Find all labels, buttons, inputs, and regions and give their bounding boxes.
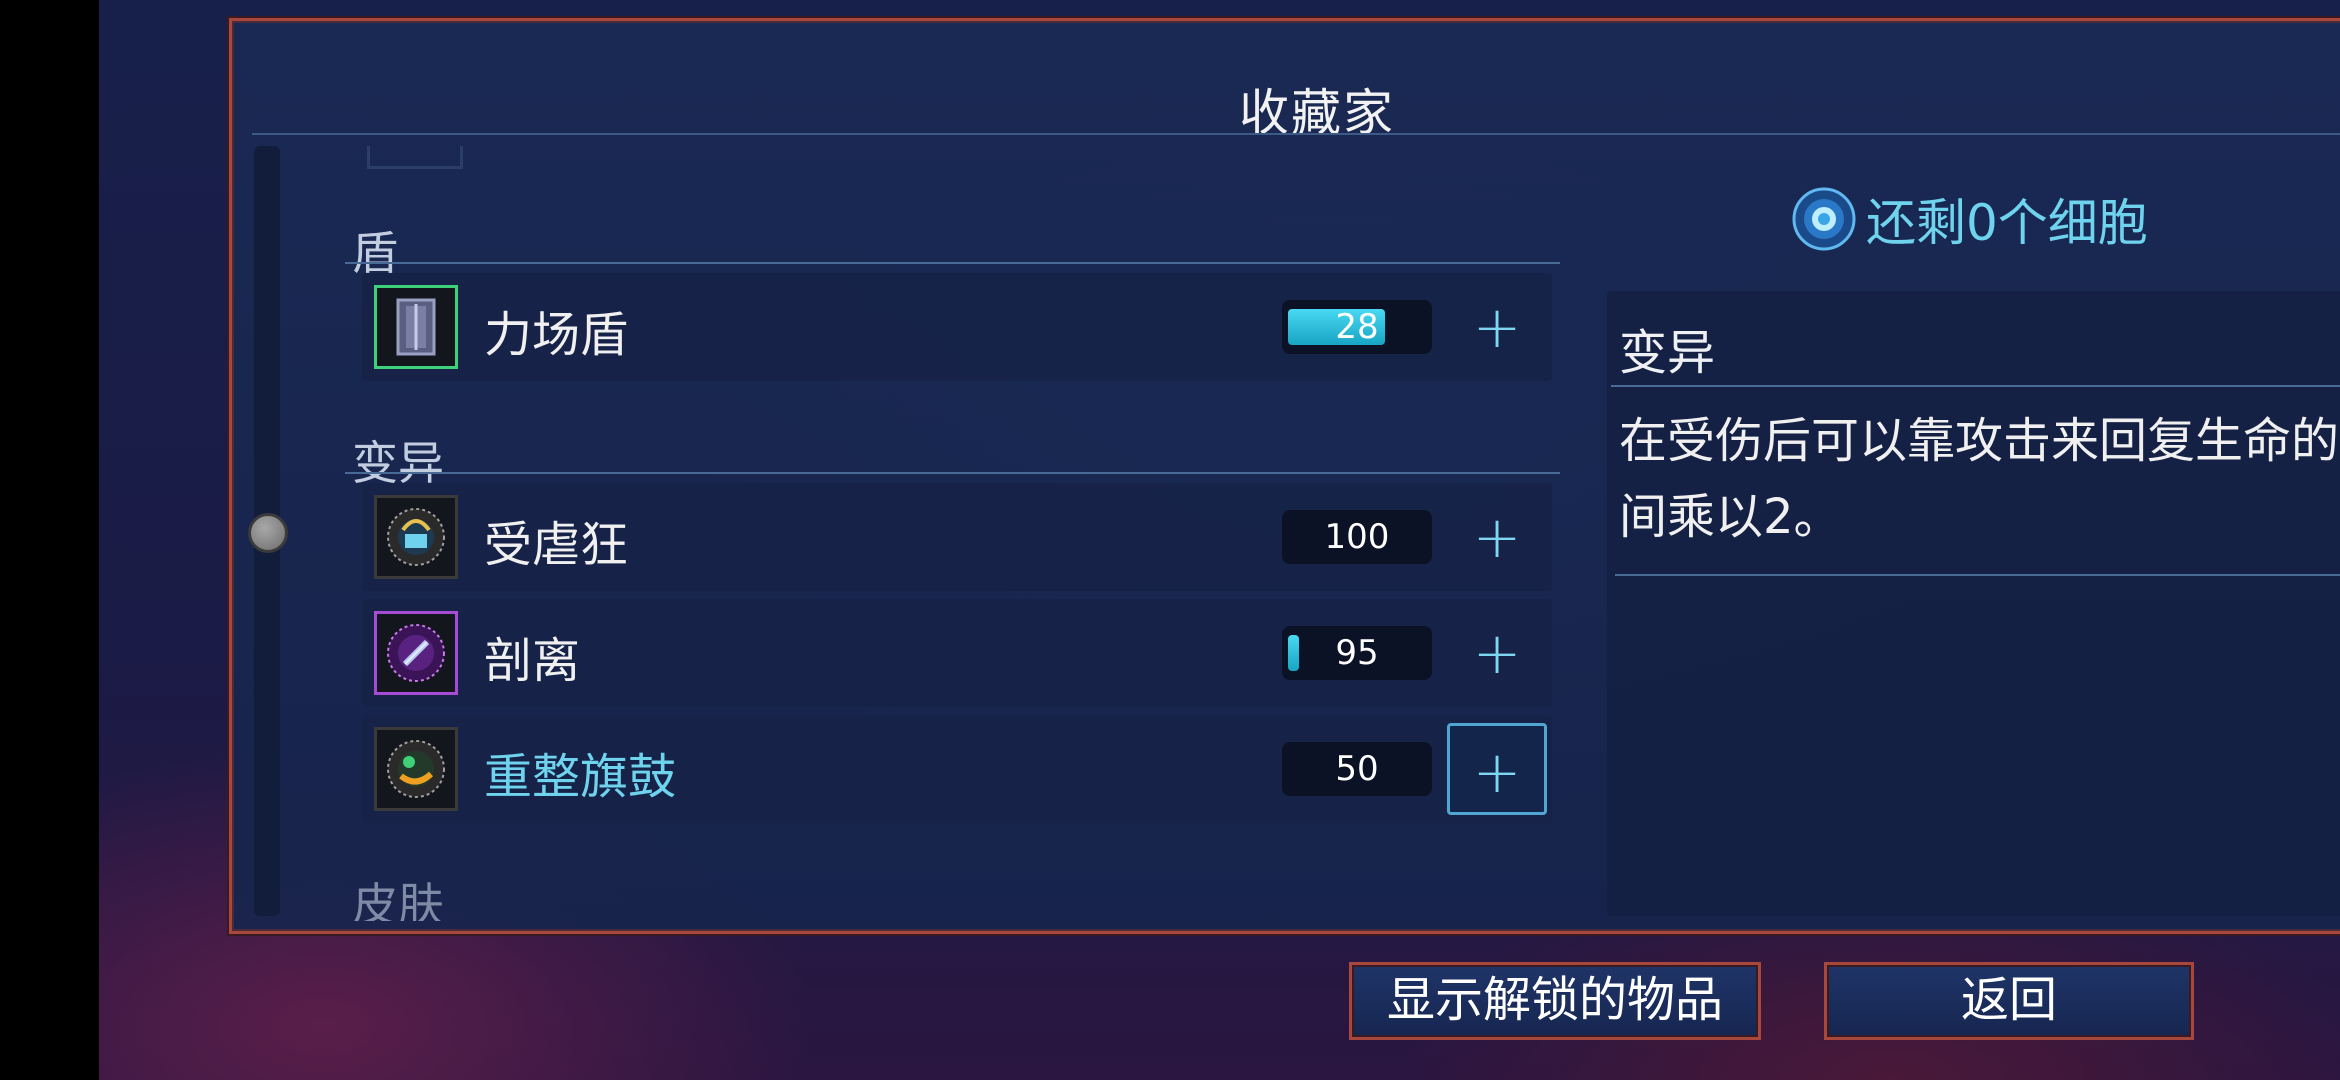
list-item[interactable]: 重整旗鼓 50 + <box>362 715 1552 823</box>
recovery-icon <box>374 727 458 811</box>
show-unlocked-button[interactable]: 显示解锁的物品 <box>1349 962 1761 1040</box>
cost-value: 100 <box>1324 517 1390 557</box>
cost-counter: 95 <box>1282 626 1432 680</box>
collector-panel: 收藏家 盾 力场盾 28 + 变异 受虐狂 100 + 剖离 95 + 重整旗鼓… <box>229 18 2340 934</box>
detail-heading: 变异 <box>1619 325 1716 381</box>
invest-plus-button[interactable]: + <box>1447 491 1547 583</box>
item-name: 受虐狂 <box>484 517 629 573</box>
item-detail-pane: 变异 在受伤后可以靠攻击来回复生命的时间乘以2。 <box>1607 291 2340 916</box>
cost-value: 28 <box>1335 307 1379 347</box>
masochist-icon <box>374 495 458 579</box>
list-item[interactable]: 剖离 95 + <box>362 599 1552 707</box>
detail-divider <box>1615 574 2340 576</box>
cost-counter: 100 <box>1282 510 1432 564</box>
item-name: 重整旗鼓 <box>484 749 677 805</box>
cells-remaining: 还剩0个细胞 <box>1792 179 2148 259</box>
cell-icon <box>1792 187 1856 251</box>
invest-plus-button[interactable]: + <box>1447 281 1547 373</box>
invest-plus-button-selected[interactable]: + <box>1447 723 1547 815</box>
category-divider <box>345 262 1560 264</box>
extraction-icon <box>374 611 458 695</box>
force-field-shield-icon <box>374 285 458 369</box>
list-item[interactable]: 力场盾 28 + <box>362 273 1552 381</box>
category-label-skin: 皮肤 <box>352 878 444 921</box>
item-name: 剖离 <box>484 633 581 689</box>
title-divider <box>252 133 2340 135</box>
cost-value: 50 <box>1335 749 1379 789</box>
game-background: 收藏家 盾 力场盾 28 + 变异 受虐狂 100 + 剖离 95 + 重整旗鼓… <box>99 0 2340 1080</box>
item-name: 力场盾 <box>484 307 629 363</box>
cells-remaining-text: 还剩0个细胞 <box>1866 194 2148 252</box>
detail-description: 在受伤后可以靠攻击来回复生命的时间乘以2。 <box>1619 413 2340 545</box>
back-button[interactable]: 返回 <box>1824 962 2194 1040</box>
list-item[interactable]: 受虐狂 100 + <box>362 483 1552 591</box>
invest-plus-button[interactable]: + <box>1447 607 1547 699</box>
cost-counter: 28 <box>1282 300 1432 354</box>
previous-row-edge <box>367 146 463 169</box>
cost-counter: 50 <box>1282 742 1432 796</box>
detail-divider <box>1611 385 2340 387</box>
category-divider <box>345 472 1560 474</box>
scrollbar-thumb[interactable] <box>248 513 288 553</box>
cost-value: 95 <box>1335 633 1379 673</box>
